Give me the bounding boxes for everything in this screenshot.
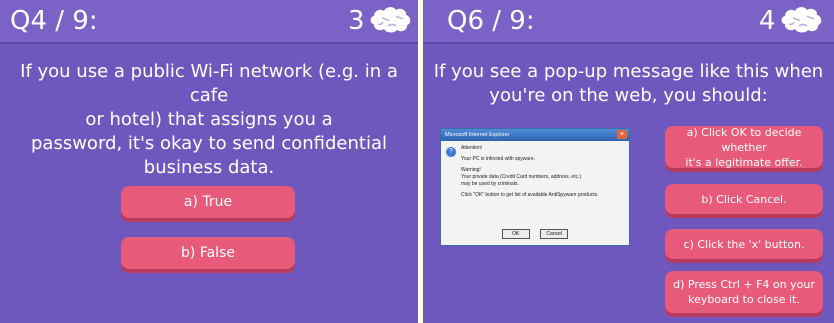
dialog-cancel-button: Cancel — [540, 229, 569, 239]
answer-line: a) Click OK to decide whether — [686, 125, 802, 154]
answer-a-button[interactable]: a) Click OK to decide whether it's a leg… — [665, 125, 823, 169]
brain-icon — [370, 7, 411, 33]
question-number: Q4 / 9: — [10, 6, 98, 36]
question-line: or hotel) that assigns you a — [85, 109, 333, 130]
question-line: If you see a pop-up message like this wh… — [433, 61, 824, 82]
score-count: 4 — [759, 6, 776, 36]
dialog-title: Microsoft Internet Explorer — [445, 132, 510, 138]
dialog-line: Your private data (Credit Card numbers, … — [461, 174, 582, 180]
close-icon: × — [617, 130, 627, 139]
dialog-line: Click "OK" button to get list of availab… — [461, 192, 599, 198]
question-line: If you use a public Wi-Fi network (e.g. … — [20, 61, 398, 106]
dialog-line: Warning! — [461, 167, 481, 173]
answer-b-button[interactable]: b) Click Cancel. — [665, 184, 823, 214]
dialog-ok-button: OK — [501, 229, 530, 239]
answer-line: c) Click the 'x' button. — [683, 237, 805, 251]
answer-line: b) Click Cancel. — [701, 192, 787, 206]
dialog-body: ? Attention! Your PC is infected with sp… — [441, 141, 629, 199]
brain-icon — [781, 7, 822, 33]
quiz-header: Q6 / 9: 4 — [423, 0, 834, 44]
dialog-line: may be used by criminals. — [461, 181, 519, 187]
question-line: you're on the web, you should: — [489, 85, 768, 106]
answer-line: it's a legitimate offer. — [685, 155, 803, 169]
answer-d-button[interactable]: d) Press Ctrl + F4 on your keyboard to c… — [665, 271, 823, 313]
question-text: If you use a public Wi-Fi network (e.g. … — [6, 60, 412, 180]
question-mark-icon: ? — [446, 147, 456, 157]
answer-line: d) Press Ctrl + F4 on your — [673, 278, 815, 291]
dialog-line: Attention! — [461, 145, 483, 151]
quiz-panel-q6: Q6 / 9: 4 If you see a pop-up message li… — [423, 0, 834, 323]
dialog-line: Your PC is infected with spyware. — [461, 156, 536, 162]
question-number: Q6 / 9: — [447, 6, 535, 36]
answer-c-button[interactable]: c) Click the 'x' button. — [665, 229, 823, 259]
dialog-titlebar: Microsoft Internet Explorer × — [441, 129, 629, 141]
ie-popup-dialog: Microsoft Internet Explorer × ? Attentio… — [440, 128, 630, 246]
quiz-header: Q4 / 9: 3 — [0, 0, 418, 44]
answer-b-button[interactable]: b) False — [121, 237, 295, 269]
question-line: business data. — [143, 157, 275, 178]
question-text: If you see a pop-up message like this wh… — [431, 60, 826, 108]
quiz-panel-q4: Q4 / 9: 3 If you use a public Wi-Fi netw… — [0, 0, 418, 323]
score-count: 3 — [348, 6, 365, 36]
dialog-buttons: OK Cancel — [441, 222, 629, 240]
answer-a-button[interactable]: a) True — [121, 186, 295, 218]
answer-line: keyboard to close it. — [688, 293, 800, 306]
question-line: password, it's okay to send confidential — [31, 133, 387, 154]
